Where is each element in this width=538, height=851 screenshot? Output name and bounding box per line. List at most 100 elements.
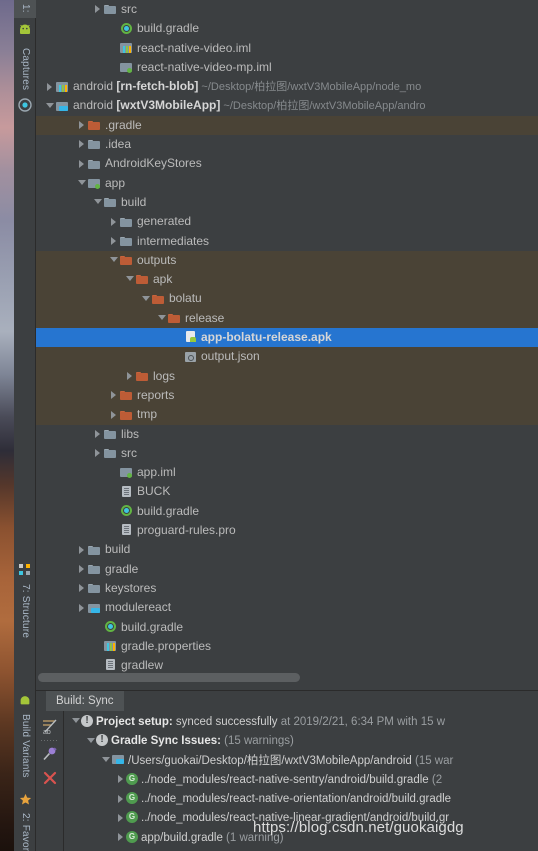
doc-icon xyxy=(103,658,118,671)
tool-tab-build-variants[interactable]: Build Variants xyxy=(14,710,36,782)
tool-tab-structure-label: 7: Structure xyxy=(20,584,31,639)
pin-icon[interactable] xyxy=(36,743,64,767)
tree-row[interactable]: app xyxy=(36,174,538,193)
tree-row-label: bolatu xyxy=(169,291,202,306)
tree-row[interactable]: tmp xyxy=(36,405,538,425)
chevron-down-icon[interactable] xyxy=(46,101,55,110)
tree-row[interactable]: react-native-video.iml xyxy=(36,39,538,58)
build-message-row[interactable]: ../node_modules/react-native-sentry/andr… xyxy=(64,771,538,790)
chevron-right-icon[interactable] xyxy=(117,813,126,822)
tree-row[interactable]: libs xyxy=(36,425,538,444)
tree-row[interactable]: gradle xyxy=(36,560,538,579)
chevron-right-icon[interactable] xyxy=(46,82,55,91)
tree-row[interactable]: build.gradle xyxy=(36,19,538,38)
tree-row[interactable]: app.iml xyxy=(36,463,538,482)
tree-row[interactable]: release xyxy=(36,308,538,329)
chevron-right-icon[interactable] xyxy=(94,448,103,458)
chevron-right-icon[interactable] xyxy=(110,236,119,245)
build-message-row[interactable]: Project setup: synced successfully at 20… xyxy=(64,713,538,732)
project-tool-window[interactable]: src build.gradle react-native-video.iml rea… xyxy=(36,0,538,690)
tree-row[interactable]: modulereact xyxy=(36,598,538,617)
tree-row-label: proguard-rules.pro xyxy=(137,523,236,538)
chevron-right-icon[interactable] xyxy=(117,774,126,784)
build-message-row[interactable]: /Users/guokai/Desktop/柏拉图/wxtV3MobileApp… xyxy=(64,752,538,771)
tree-row[interactable]: outputs xyxy=(36,250,538,271)
chevron-right-icon[interactable] xyxy=(110,390,119,400)
moddot-icon xyxy=(119,60,134,74)
tree-row[interactable]: intermediates xyxy=(36,232,538,251)
chevron-down-icon[interactable] xyxy=(102,755,111,764)
soft-wrap-icon[interactable]: ab xyxy=(36,715,64,739)
tool-tab-favorites[interactable]: 2: Favorites xyxy=(14,809,36,851)
tree-row[interactable]: src xyxy=(36,0,538,19)
chevron-right-icon[interactable] xyxy=(78,120,87,130)
chevron-right-icon[interactable] xyxy=(78,139,87,149)
chevron-down-icon[interactable] xyxy=(142,294,151,303)
build-message-detail: (15 warnings) xyxy=(220,735,294,748)
tree-horizontal-scrollbar-thumb[interactable] xyxy=(38,673,300,682)
bars-icon xyxy=(55,80,70,93)
tree-row[interactable]: generated xyxy=(36,212,538,231)
tab-build-sync[interactable]: Build: Sync xyxy=(46,691,124,711)
build-message-row[interactable]: Gradle Sync Issues: (15 warnings) xyxy=(64,732,538,751)
chevron-right-icon[interactable] xyxy=(78,545,87,554)
chevron-down-icon[interactable] xyxy=(94,197,103,206)
tree-row-label: libs xyxy=(121,426,140,441)
chevron-right-icon[interactable] xyxy=(94,4,103,14)
tree-row-label: build.gradle xyxy=(137,21,200,36)
chevron-down-icon[interactable] xyxy=(126,274,135,283)
gradle-file-icon xyxy=(126,811,138,824)
tool-tab-structure[interactable]: 7: Structure xyxy=(14,580,36,642)
chevron-right-icon[interactable] xyxy=(117,832,126,842)
tree-row[interactable]: keystores xyxy=(36,579,538,598)
tree-row-label: release xyxy=(185,310,225,325)
tree-row[interactable]: BUCK xyxy=(36,482,538,501)
tree-row[interactable]: apk xyxy=(36,270,538,290)
chevron-down-icon[interactable] xyxy=(110,255,119,264)
chevron-down-icon[interactable] xyxy=(78,178,87,187)
tree-row[interactable]: bolatu xyxy=(36,289,538,309)
folder-grey-icon xyxy=(103,427,118,440)
captures-icon xyxy=(18,98,32,112)
tree-row[interactable]: .gradle xyxy=(36,115,538,136)
chevron-down-icon[interactable] xyxy=(72,716,81,725)
project-tree[interactable]: src build.gradle react-native-video.iml rea… xyxy=(36,0,538,675)
tree-row-label: AndroidKeyStores xyxy=(105,156,202,171)
tree-row[interactable]: proguard-rules.pro xyxy=(36,521,538,540)
tool-tab-captures[interactable]: Captures xyxy=(14,40,36,94)
tree-row[interactable]: logs xyxy=(36,366,538,386)
chevron-right-icon[interactable] xyxy=(110,410,119,419)
tree-row[interactable]: build xyxy=(36,540,538,559)
tree-row[interactable]: gradle.properties xyxy=(36,637,538,656)
folder-orange-icon xyxy=(119,408,134,421)
chevron-down-icon[interactable] xyxy=(87,736,96,745)
tree-row[interactable]: reports xyxy=(36,385,538,406)
tree-row[interactable]: build.gradle xyxy=(36,502,538,521)
chevron-down-icon[interactable] xyxy=(158,313,167,322)
tool-tab-project[interactable]: 1: xyxy=(14,0,36,18)
chevron-right-icon[interactable] xyxy=(126,371,135,380)
chevron-right-icon[interactable] xyxy=(78,603,87,612)
tree-row[interactable]: src xyxy=(36,444,538,463)
tree-horizontal-scrollbar[interactable] xyxy=(38,673,510,682)
tree-row-label: react-native-video.iml xyxy=(137,40,252,55)
folder-grey-icon xyxy=(103,2,118,15)
chevron-right-icon[interactable] xyxy=(78,583,87,593)
tree-row[interactable]: build xyxy=(36,193,538,212)
chevron-right-icon[interactable] xyxy=(110,217,119,226)
tree-row[interactable]: android [rn-fetch-blob] ~/Desktop/柏拉图/wx… xyxy=(36,77,538,96)
tree-row[interactable]: AndroidKeyStores xyxy=(36,154,538,173)
tree-row[interactable]: react-native-video-mp.iml xyxy=(36,58,538,77)
tree-row[interactable]: output.json xyxy=(36,347,538,367)
tree-row-selected[interactable]: app-bolatu-release.apk xyxy=(36,328,538,348)
tree-row[interactable]: .idea xyxy=(36,135,538,154)
build-message-row[interactable]: ../node_modules/react-native-orientation… xyxy=(64,790,538,809)
tree-row[interactable]: build.gradle xyxy=(36,618,538,637)
close-icon[interactable] xyxy=(36,767,64,791)
chevron-right-icon[interactable] xyxy=(78,564,87,573)
chevron-right-icon[interactable] xyxy=(117,794,126,803)
tree-row[interactable]: android [wxtV3MobileApp] ~/Desktop/柏拉图/w… xyxy=(36,96,538,115)
chevron-right-icon[interactable] xyxy=(78,159,87,168)
chevron-right-icon[interactable] xyxy=(94,429,103,438)
